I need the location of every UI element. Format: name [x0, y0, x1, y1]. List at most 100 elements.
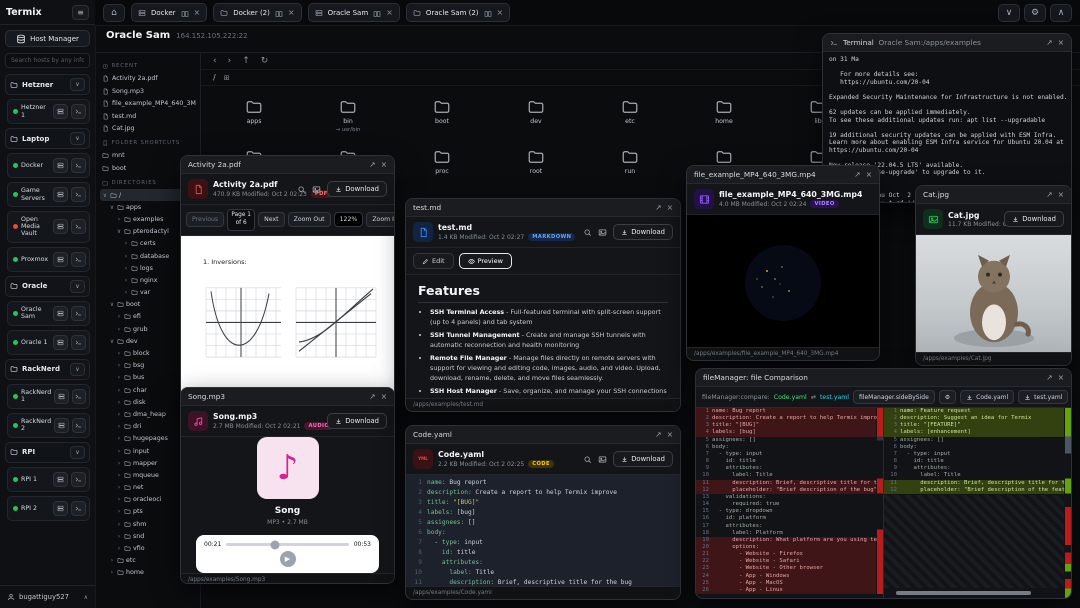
chevron-icon[interactable]: › — [116, 496, 122, 503]
chevron-icon[interactable]: › — [116, 216, 122, 223]
host-group-oracle[interactable]: Oracle∨ — [5, 276, 90, 297]
markdown-titlebar[interactable]: test.md ↗ × — [406, 199, 680, 217]
host-racknerd-2[interactable]: RackNerd 2 — [7, 413, 90, 438]
split-tab-icon[interactable] — [484, 3, 492, 22]
settings-button[interactable]: ⚙ — [1024, 4, 1046, 22]
download-button[interactable]: Download — [327, 413, 387, 429]
chevron-icon[interactable]: › — [116, 387, 122, 394]
grid-folder-proc[interactable]: proc — [395, 144, 489, 194]
host-terminal-button[interactable] — [71, 306, 86, 321]
video-titlebar[interactable]: file_example_MP4_640_3MG.mp4 ↗ × — [687, 166, 879, 184]
zoom-out-button[interactable]: Zoom Out — [288, 212, 331, 227]
chevron-down-icon[interactable]: ∨ — [70, 132, 85, 145]
host-terminal-button[interactable] — [72, 389, 86, 404]
diff-horizontal-scrollbar[interactable] — [896, 591, 1031, 595]
side-by-side-button[interactable]: fileManager.sideBySide — [853, 390, 935, 404]
chevron-icon[interactable]: › — [116, 533, 122, 540]
recent-item[interactable]: test.md — [100, 110, 196, 123]
close-icon[interactable]: × — [1058, 191, 1064, 199]
preview-button[interactable]: Preview — [459, 253, 512, 269]
grid-folder-bin[interactable]: bin→ usr/bin — [301, 94, 395, 144]
terminal-titlebar[interactable]: Terminal Oracle Sam:/apps/examples ↗ × — [823, 34, 1071, 52]
host-file-manager-button[interactable] — [53, 158, 68, 173]
download-right-button[interactable]: test.yaml — [1018, 390, 1068, 404]
recent-item[interactable]: Cat.jpg — [100, 123, 196, 136]
diff-settings-button[interactable]: ⚙ — [939, 390, 956, 404]
close-icon[interactable]: × — [866, 171, 872, 179]
close-icon[interactable]: × — [381, 161, 387, 169]
markdown-preview[interactable]: Features SSH Terminal Access - Full-feat… — [406, 275, 680, 398]
chevron-icon[interactable]: › — [116, 472, 122, 479]
chevron-icon[interactable]: › — [123, 265, 129, 272]
chevron-icon[interactable]: › — [123, 289, 129, 296]
image-preview-icon[interactable] — [598, 228, 607, 237]
split-tab-icon[interactable] — [275, 3, 283, 22]
chevron-icon[interactable]: › — [116, 484, 122, 491]
host-file-manager-button[interactable] — [53, 306, 68, 321]
code-titlebar[interactable]: Code.yaml ↗ × — [406, 426, 680, 444]
tab-oracle-sam[interactable]: Oracle Sam× — [308, 3, 400, 22]
host-group-rpi[interactable]: RPI∨ — [5, 442, 90, 463]
play-button[interactable]: ▶ — [280, 551, 296, 567]
chevron-down-button[interactable]: ∨ — [998, 4, 1020, 22]
grid-folder-run[interactable]: run — [583, 144, 677, 194]
menu-button[interactable]: ≡ — [72, 5, 89, 20]
chevron-icon[interactable]: › — [116, 350, 122, 357]
download-button[interactable]: Download — [613, 451, 673, 467]
image-viewer[interactable] — [916, 235, 1071, 352]
user-footer[interactable]: bugattiguy527 ∧ — [0, 585, 95, 608]
image-titlebar[interactable]: Cat.jpg ↗ × — [916, 186, 1071, 204]
chevron-icon[interactable]: › — [123, 277, 129, 284]
host-group-racknerd[interactable]: RackNerd∨ — [5, 359, 90, 380]
grid-folder-boot[interactable]: boot — [395, 94, 489, 144]
chevron-icon[interactable]: ∨ — [102, 192, 108, 199]
close-icon[interactable]: × — [386, 9, 393, 17]
close-icon[interactable]: × — [288, 9, 295, 17]
chevron-icon[interactable]: ∨ — [109, 204, 115, 211]
host-file-manager-button[interactable] — [53, 187, 68, 202]
pdf-page[interactable]: 1. Inversions: — [181, 236, 394, 397]
host-terminal-button[interactable] — [71, 187, 86, 202]
chevron-icon[interactable]: › — [116, 521, 122, 528]
split-tab-icon[interactable] — [373, 3, 381, 22]
close-icon[interactable]: × — [497, 9, 504, 17]
host-racknerd-1[interactable]: RackNerd 1 — [7, 384, 90, 409]
expand-icon[interactable]: ↗ — [1046, 374, 1052, 382]
edit-button[interactable]: Edit — [413, 253, 454, 269]
host-file-manager-button[interactable] — [53, 501, 68, 516]
host-manager-button[interactable]: Host Manager — [5, 30, 90, 47]
image-preview-icon[interactable] — [598, 455, 607, 464]
code-editor[interactable]: 1name: Bug report2description: Create a … — [406, 475, 680, 586]
close-icon[interactable]: × — [1058, 39, 1064, 47]
next-page-button[interactable]: Next — [258, 212, 284, 227]
grid-folder-dev[interactable]: dev — [489, 94, 583, 144]
expand-icon[interactable]: ↗ — [854, 171, 860, 179]
chevron-up-icon[interactable]: ∧ — [84, 594, 88, 601]
tab-oracle-sam-2-[interactable]: Oracle Sam (2)× — [406, 3, 510, 22]
breadcrumb[interactable]: / — [213, 73, 216, 82]
host-group-laptop[interactable]: Laptop∨ — [5, 128, 90, 149]
chevron-down-icon[interactable]: ∨ — [70, 78, 85, 91]
close-icon[interactable]: × — [1058, 374, 1064, 382]
chevron-icon[interactable]: › — [116, 411, 122, 418]
host-terminal-button[interactable] — [71, 472, 86, 487]
recent-item[interactable]: Song.mp3 — [100, 85, 196, 98]
video-player[interactable] — [687, 215, 879, 347]
host-file-manager-button[interactable] — [54, 418, 68, 433]
close-icon[interactable]: × — [381, 393, 387, 401]
seek-slider[interactable] — [226, 543, 348, 546]
zoom-in-button[interactable]: Zoom In — [366, 212, 394, 227]
close-icon[interactable]: × — [667, 431, 673, 439]
chevron-icon[interactable]: › — [116, 508, 122, 515]
chevron-icon[interactable]: › — [116, 448, 122, 455]
tab-docker[interactable]: Docker× — [131, 3, 207, 22]
download-button[interactable]: Download — [327, 181, 387, 197]
back-button[interactable]: ‹ — [213, 56, 217, 66]
home-button[interactable]: ⌂ — [103, 4, 125, 22]
download-left-button[interactable]: Code.yaml — [960, 390, 1014, 404]
chevron-icon[interactable]: › — [116, 374, 122, 381]
recent-item[interactable]: Activity 2a.pdf — [100, 73, 196, 86]
download-button[interactable]: Download — [613, 224, 673, 240]
search-icon[interactable] — [583, 455, 592, 464]
chevron-icon[interactable]: › — [109, 569, 115, 576]
